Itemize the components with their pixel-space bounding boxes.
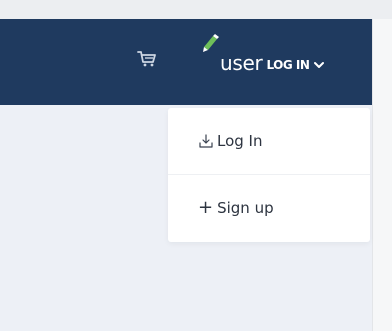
menu-item-sign-up[interactable]: + Sign up <box>168 175 370 241</box>
chevron-down-icon <box>314 62 325 68</box>
menu-item-label: Sign up <box>217 199 274 217</box>
plus-icon: + <box>198 197 214 218</box>
username-label: user <box>220 51 263 75</box>
menu-item-log-in[interactable]: Log In <box>168 108 370 175</box>
user-avatar-icon <box>203 34 219 52</box>
user-dropdown-menu: Log In + Sign up <box>168 108 370 242</box>
vertical-scrollbar[interactable] <box>372 19 392 331</box>
user-login-menu-toggle[interactable]: user LOG IN <box>220 50 325 75</box>
shopping-cart-icon[interactable] <box>137 50 157 68</box>
login-download-icon <box>199 134 213 148</box>
top-strip <box>0 0 392 19</box>
login-label: LOG IN <box>266 58 310 72</box>
menu-item-label: Log In <box>217 132 263 150</box>
